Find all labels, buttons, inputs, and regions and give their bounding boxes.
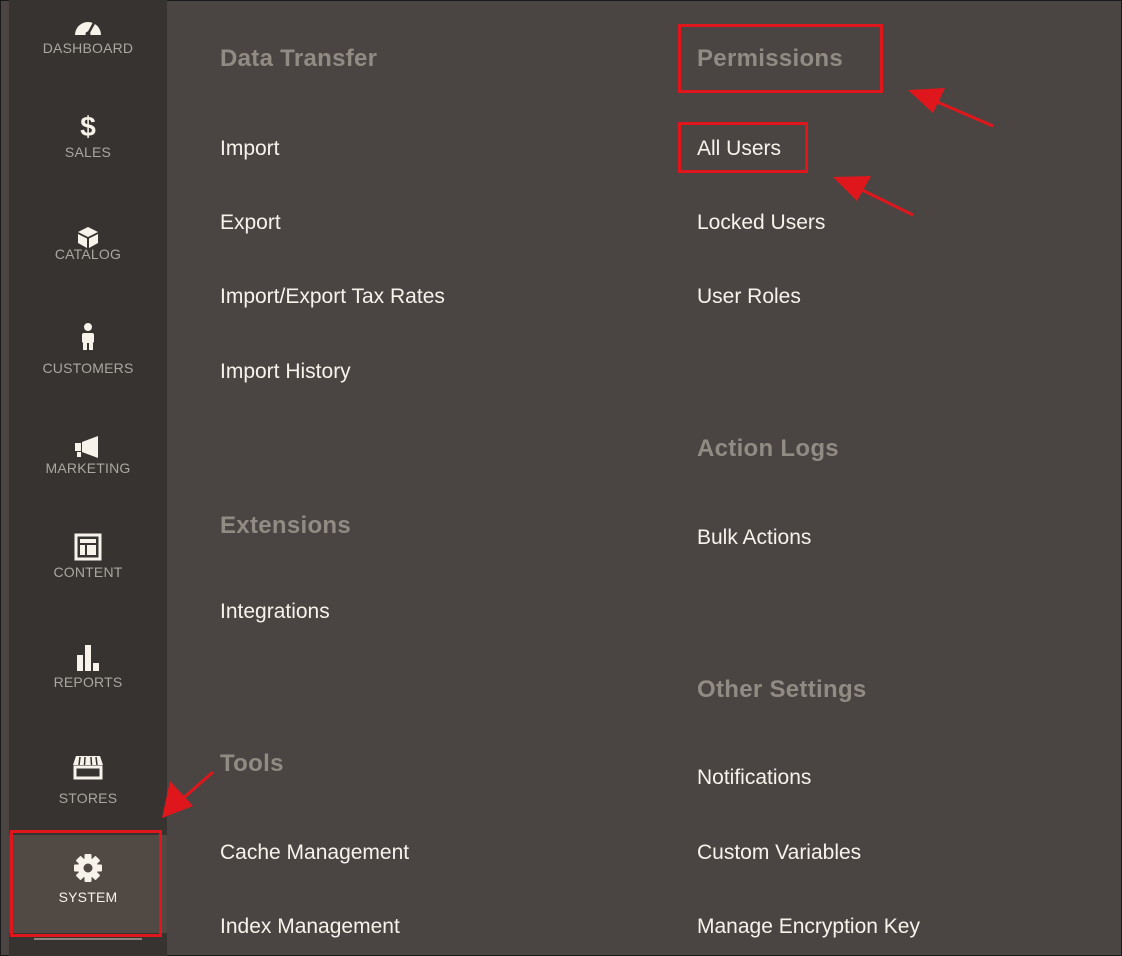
admin-sidebar: DASHBOARD $ SALES CATALOG CUSTOMERS MARK… <box>9 0 167 956</box>
nav-reports-label: REPORTS <box>53 674 123 690</box>
sidebar-divider <box>34 938 142 940</box>
gear-icon <box>9 853 167 883</box>
bar-chart-icon <box>9 642 167 672</box>
link-import[interactable]: Import <box>220 137 280 161</box>
nav-marketing-label: MARKETING <box>45 460 131 476</box>
nav-reports[interactable]: REPORTS <box>9 642 167 712</box>
link-all-users[interactable]: All Users <box>697 137 781 161</box>
group-title-extensions: Extensions <box>220 512 352 539</box>
group-title-action-logs: Action Logs <box>697 435 839 462</box>
storefront-icon <box>9 752 167 782</box>
nav-marketing[interactable]: MARKETING <box>9 432 167 502</box>
megaphone-icon <box>9 432 167 462</box>
link-cache-management[interactable]: Cache Management <box>220 841 409 865</box>
nav-catalog[interactable]: CATALOG <box>9 222 167 292</box>
nav-content-label: CONTENT <box>53 564 123 580</box>
nav-sales-label: SALES <box>64 144 112 160</box>
nav-customers-label: CUSTOMERS <box>42 360 134 376</box>
dashboard-icon <box>9 12 167 42</box>
group-title-permissions: Permissions <box>697 45 844 72</box>
link-custom-variables[interactable]: Custom Variables <box>697 841 861 865</box>
link-manage-encryption-key[interactable]: Manage Encryption Key <box>697 915 920 939</box>
link-import-history[interactable]: Import History <box>220 360 351 384</box>
link-export[interactable]: Export <box>220 211 281 235</box>
link-integrations[interactable]: Integrations <box>220 600 330 624</box>
group-title-data-transfer: Data Transfer <box>220 45 378 72</box>
person-icon <box>9 322 167 352</box>
nav-system[interactable]: SYSTEM <box>9 835 167 933</box>
link-notifications[interactable]: Notifications <box>697 766 811 790</box>
link-locked-users[interactable]: Locked Users <box>697 211 825 235</box>
group-title-tools: Tools <box>220 750 284 777</box>
nav-content[interactable]: CONTENT <box>9 532 167 602</box>
nav-stores[interactable]: STORES <box>9 752 167 822</box>
nav-catalog-label: CATALOG <box>54 246 122 262</box>
group-title-other-settings: Other Settings <box>697 676 867 703</box>
link-index-management[interactable]: Index Management <box>220 915 400 939</box>
system-menu-panel: Data Transfer Import Export Import/Expor… <box>167 0 1122 956</box>
nav-dashboard-label: DASHBOARD <box>42 40 134 56</box>
nav-sales[interactable]: $ SALES <box>9 112 167 182</box>
layout-icon <box>9 532 167 562</box>
nav-customers[interactable]: CUSTOMERS <box>9 322 167 392</box>
link-import-export-tax-rates[interactable]: Import/Export Tax Rates <box>220 285 445 309</box>
link-bulk-actions[interactable]: Bulk Actions <box>697 526 811 550</box>
link-user-roles[interactable]: User Roles <box>697 285 801 309</box>
dollar-icon: $ <box>80 111 96 142</box>
nav-stores-label: STORES <box>58 790 118 806</box>
nav-dashboard[interactable]: DASHBOARD <box>9 12 167 82</box>
nav-system-label: SYSTEM <box>58 889 118 905</box>
